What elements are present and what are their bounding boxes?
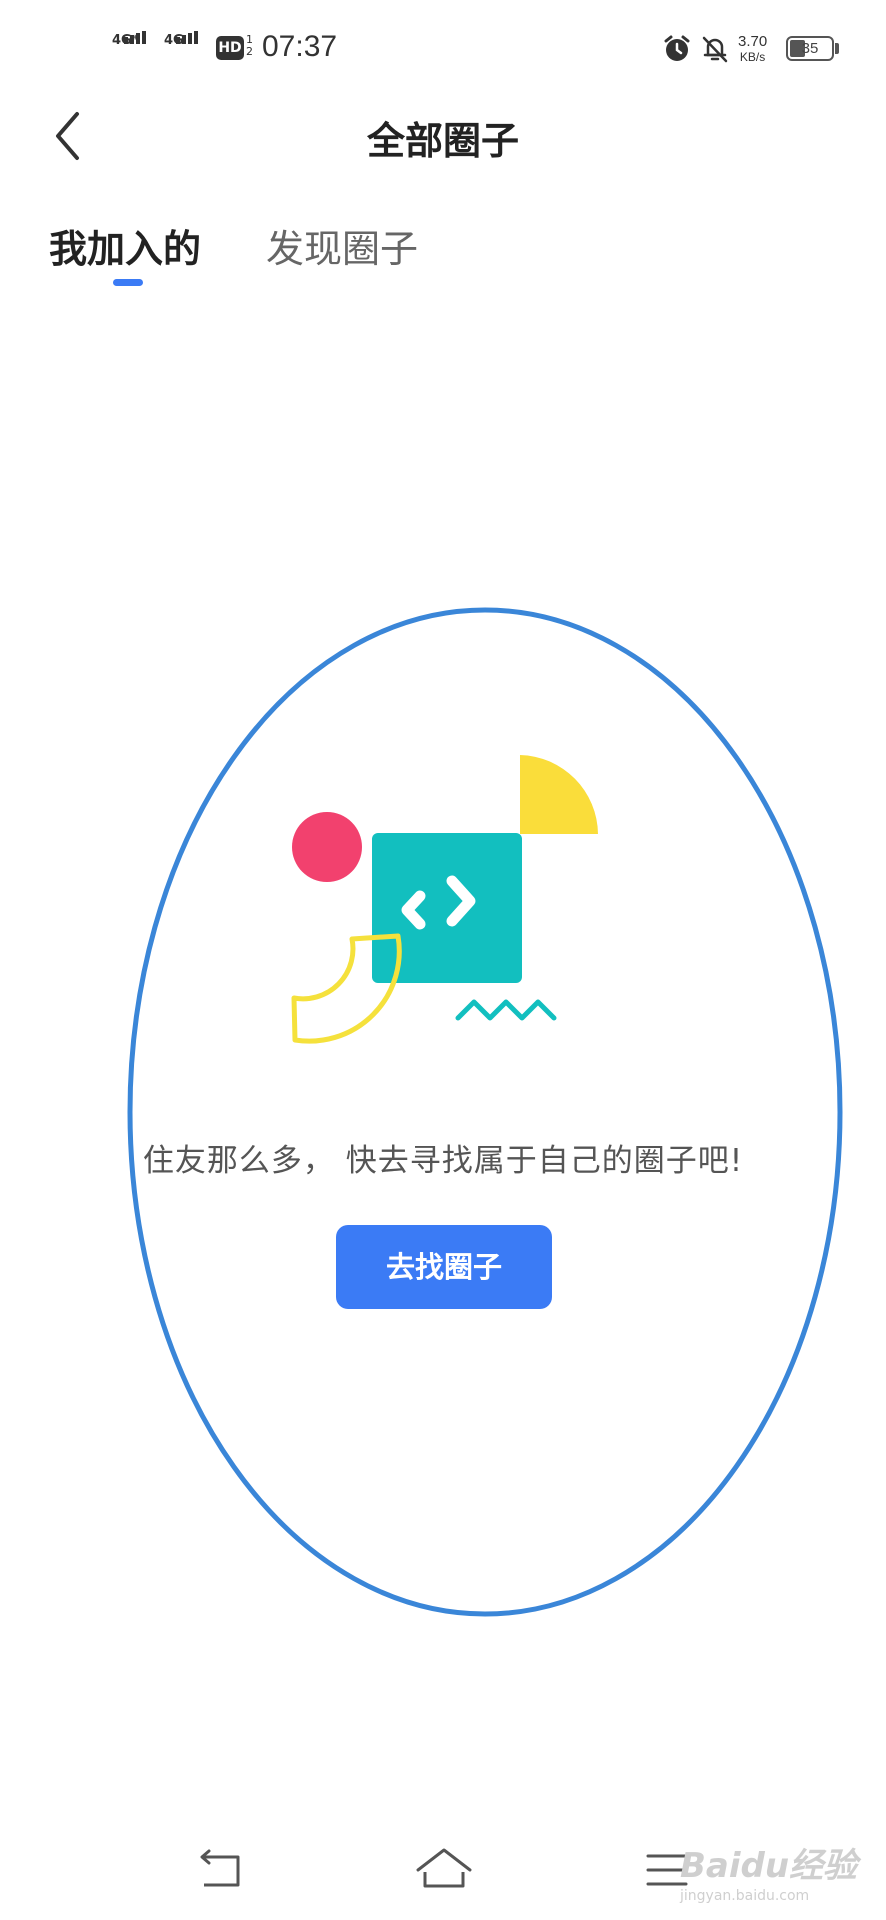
teal-code-square: [372, 833, 522, 983]
battery-level: 35: [801, 40, 819, 57]
page-title: 全部圈子: [366, 119, 519, 163]
nav-back-icon: [200, 1849, 240, 1887]
alarm-clock-icon: [664, 35, 690, 61]
network-speed-unit: KB/s: [739, 50, 766, 64]
nav-back-button[interactable]: [196, 1840, 246, 1900]
notifications-off-icon: [702, 36, 728, 63]
sim-slot-indicator: 1 2: [246, 34, 253, 58]
status-time: 07:37: [262, 30, 338, 63]
find-circles-button[interactable]: 去找圈子: [336, 1225, 552, 1309]
tab-joined[interactable]: 我加入的: [49, 218, 201, 273]
tab-discover[interactable]: 发现圈子: [266, 218, 418, 273]
home-icon: [416, 1848, 472, 1888]
battery-icon: 35: [786, 36, 834, 61]
active-tab-indicator: [113, 279, 143, 286]
status-bar: 4G⁺ 4G HD 1 2 07:37 3.70 KB/s 35: [0, 0, 886, 100]
empty-circles-illustration: [291, 755, 598, 1044]
network-speed: 3.70 KB/s: [738, 34, 767, 65]
battery-tip: [835, 43, 839, 54]
teal-zigzag-shape: [455, 999, 557, 1021]
pink-circle-shape: [292, 812, 362, 882]
watermark-brand: Baidu经验: [680, 1846, 858, 1886]
network-speed-value: 3.70: [738, 33, 768, 50]
yellow-quarter-circle-shape: [520, 755, 598, 834]
sim-slot-bottom: 2: [246, 45, 253, 58]
hd-voice-badge: HD: [216, 36, 244, 60]
watermark-url: jingyan.baidu.com: [680, 1888, 810, 1904]
nav-home-button[interactable]: [414, 1840, 474, 1900]
baidu-jingyan-watermark: Baidu经验 jingyan.baidu.com: [680, 1838, 880, 1908]
empty-state-message: 住友那么多， 快去寻找属于自己的圈子吧!: [142, 1143, 744, 1179]
network-type-2: 4G: [164, 33, 184, 48]
